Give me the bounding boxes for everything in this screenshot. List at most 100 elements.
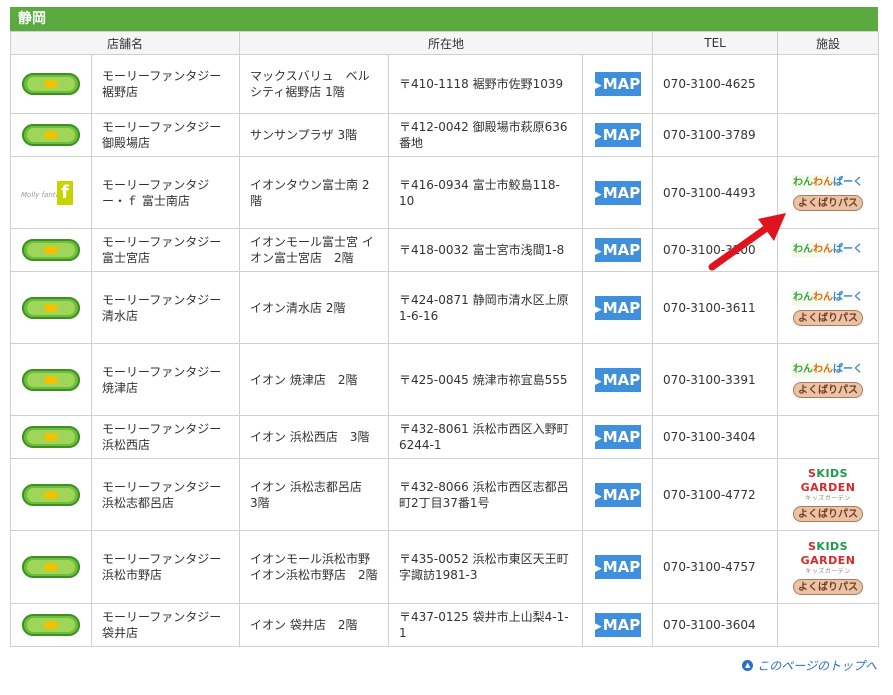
facility-cell: わんわんぱーく よくばりパス xyxy=(777,156,880,229)
facility-cell: SKIDS GARDEN キッズガーデンよくばりパス xyxy=(777,530,880,604)
map-button[interactable]: ▶MAP xyxy=(594,72,641,96)
store-address: 〒432-8061 浜松市西区入野町6244-1 xyxy=(388,415,584,459)
kids-garden-badge[interactable]: SKIDS GARDEN キッズガーデン xyxy=(788,540,868,575)
store-logo-cell xyxy=(10,271,92,344)
wanwan-park-badge[interactable]: わんわんぱーく xyxy=(792,289,865,306)
table-row: モーリーファンタジー 浜松西店 イオン 浜松西店 3階 〒432-8061 浜松市西… xyxy=(10,415,880,459)
header-tel: TEL xyxy=(652,31,779,55)
map-button-label: MAP xyxy=(602,75,641,93)
molly-fantasy-logo xyxy=(22,239,80,261)
molly-fantasy-logo xyxy=(22,296,80,319)
map-button[interactable]: ▶MAP xyxy=(594,482,641,507)
molly-fantasy-f-logo: Molly fantasy f xyxy=(21,179,91,207)
store-table-body: モーリーファンタジー 裾野店 マックスバリュ ベルシティ裾野店 1階 〒410-11… xyxy=(10,54,880,647)
facility-cell: わんわんぱーく よくばりパス xyxy=(777,271,880,344)
kids-garden-badge[interactable]: SKIDS GARDEN キッズガーデン xyxy=(788,467,868,502)
map-button[interactable]: ▶MAP xyxy=(594,180,641,205)
store-logo-cell xyxy=(10,343,92,416)
map-button-label: MAP xyxy=(602,370,641,389)
store-location: イオンモール富士宮 イオン富士宮店 2階 xyxy=(239,228,390,272)
molly-fantasy-logo xyxy=(22,483,80,506)
store-name: モーリーファンタジー 清水店 xyxy=(90,271,241,344)
yokubari-pass-badge[interactable]: よくばりパス xyxy=(793,194,864,211)
play-arrow-icon: ▶ xyxy=(594,81,602,91)
play-arrow-icon: ▶ xyxy=(594,132,602,142)
store-location: イオン 浜松西店 3階 xyxy=(239,415,390,459)
molly-fantasy-logo xyxy=(22,426,80,448)
store-logo-cell xyxy=(10,54,92,114)
yokubari-pass-badge[interactable]: よくばりパス xyxy=(793,309,864,326)
wanwan-park-badge[interactable]: わんわんぱーく xyxy=(792,361,865,378)
map-button[interactable]: ▶MAP xyxy=(594,238,641,262)
store-logo-cell xyxy=(10,113,92,157)
facility-cell xyxy=(777,54,880,114)
store-name: モーリーファンタジー 焼津店 xyxy=(90,343,241,416)
table-row: モーリーファンタジー 袋井店 イオン 袋井店 2階 〒437-0125 袋井市上山梨… xyxy=(10,603,880,647)
yokubari-pass-badge[interactable]: よくばりパス xyxy=(793,381,864,398)
play-arrow-icon: ▶ xyxy=(594,491,602,502)
map-button[interactable]: ▶MAP xyxy=(594,367,641,392)
store-tel: 070-3100-4772 xyxy=(652,458,779,531)
molly-fantasy-logo xyxy=(22,124,80,146)
store-location: イオン 浜松志都呂店 3階 xyxy=(239,458,390,531)
store-tel: 070-3100-3604 xyxy=(652,603,779,647)
facility-cell: わんわんぱーく xyxy=(777,228,880,272)
map-button[interactable]: ▶MAP xyxy=(594,295,641,320)
store-tel: 070-3100-4625 xyxy=(652,54,779,114)
play-arrow-icon: ▶ xyxy=(594,304,602,315)
map-cell: ▶MAP xyxy=(582,54,654,114)
store-location: イオンモール浜松市野 イオン浜松市野店 2階 xyxy=(239,530,390,604)
header-facility: 施設 xyxy=(777,31,880,55)
store-tel: 070-3100-3611 xyxy=(652,271,779,344)
map-button[interactable]: ▶MAP xyxy=(594,123,641,147)
wanwan-park-badge[interactable]: わんわんぱーく xyxy=(792,174,865,191)
table-row: モーリーファンタジー 浜松市野店 イオンモール浜松市野 イオン浜松市野店 2階 〒4… xyxy=(10,530,880,604)
yokubari-pass-badge[interactable]: よくばりパス xyxy=(793,506,864,522)
table-row: モーリーファンタジー 御殿場店 サンサンプラザ 3階 〒412-0042 御殿場市萩… xyxy=(10,113,880,157)
play-arrow-icon: ▶ xyxy=(594,564,602,574)
play-arrow-icon: ▶ xyxy=(594,247,602,257)
store-location: サンサンプラザ 3階 xyxy=(239,113,390,157)
store-logo-cell: Molly fantasy f xyxy=(10,156,92,229)
store-name: モーリーファンタジー 浜松西店 xyxy=(90,415,241,459)
store-location: マックスバリュ ベルシティ裾野店 1階 xyxy=(239,54,390,114)
facility-cell xyxy=(777,415,880,459)
wanwan-park-badge[interactable]: わんわんぱーく xyxy=(792,242,865,258)
table-row: モーリーファンタジー 裾野店 マックスバリュ ベルシティ裾野店 1階 〒410-11… xyxy=(10,54,880,114)
store-location: イオン 焼津店 2階 xyxy=(239,343,390,416)
store-location: イオン清水店 2階 xyxy=(239,271,390,344)
page-top-label: このページのトップへ xyxy=(757,659,877,673)
map-cell: ▶MAP xyxy=(582,271,654,344)
map-button[interactable]: ▶MAP xyxy=(594,555,641,579)
map-cell: ▶MAP xyxy=(582,530,654,604)
map-cell: ▶MAP xyxy=(582,156,654,229)
play-arrow-icon: ▶ xyxy=(594,434,602,444)
red-arrow-annotation xyxy=(708,213,786,271)
facility-cell: SKIDS GARDEN キッズガーデンよくばりパス xyxy=(777,458,880,531)
map-button-label: MAP xyxy=(602,558,641,576)
store-logo-cell xyxy=(10,458,92,531)
yokubari-pass-badge[interactable]: よくばりパス xyxy=(793,578,864,595)
map-button-label: MAP xyxy=(602,298,641,317)
store-logo-cell xyxy=(10,415,92,459)
map-cell: ▶MAP xyxy=(582,458,654,531)
facility-cell xyxy=(777,113,880,157)
play-arrow-icon: ▶ xyxy=(594,189,602,200)
store-name: モーリーファンタジー 浜松志都呂店 xyxy=(90,458,241,531)
store-address: 〒418-0032 富士宮市浅間1-8 xyxy=(388,228,584,272)
facility-cell xyxy=(777,603,880,647)
map-button-label: MAP xyxy=(602,616,641,634)
molly-fantasy-logo xyxy=(22,556,80,578)
map-button[interactable]: ▶MAP xyxy=(594,613,641,637)
map-cell: ▶MAP xyxy=(582,228,654,272)
store-logo-cell xyxy=(10,603,92,647)
table-row: モーリーファンタジー 焼津店 イオン 焼津店 2階 〒425-0045 焼津市祢宜島… xyxy=(10,343,880,416)
store-address: 〒437-0125 袋井市上山梨4-1-1 xyxy=(388,603,584,647)
map-button[interactable]: ▶MAP xyxy=(594,425,641,449)
store-tel: 070-3100-4757 xyxy=(652,530,779,604)
page-top-link[interactable]: ▲ このページのトップへ xyxy=(742,657,877,674)
store-name: モーリーファンタジー・ｆ 富士南店 xyxy=(90,156,241,229)
store-address: 〒425-0045 焼津市祢宜島555 xyxy=(388,343,584,416)
header-store-name: 店舗名 xyxy=(9,31,241,55)
store-table: 店舗名 所在地 TEL 施設 モーリーファンタジー 裾野店 マックスバリュ ベルシ… xyxy=(9,31,880,647)
